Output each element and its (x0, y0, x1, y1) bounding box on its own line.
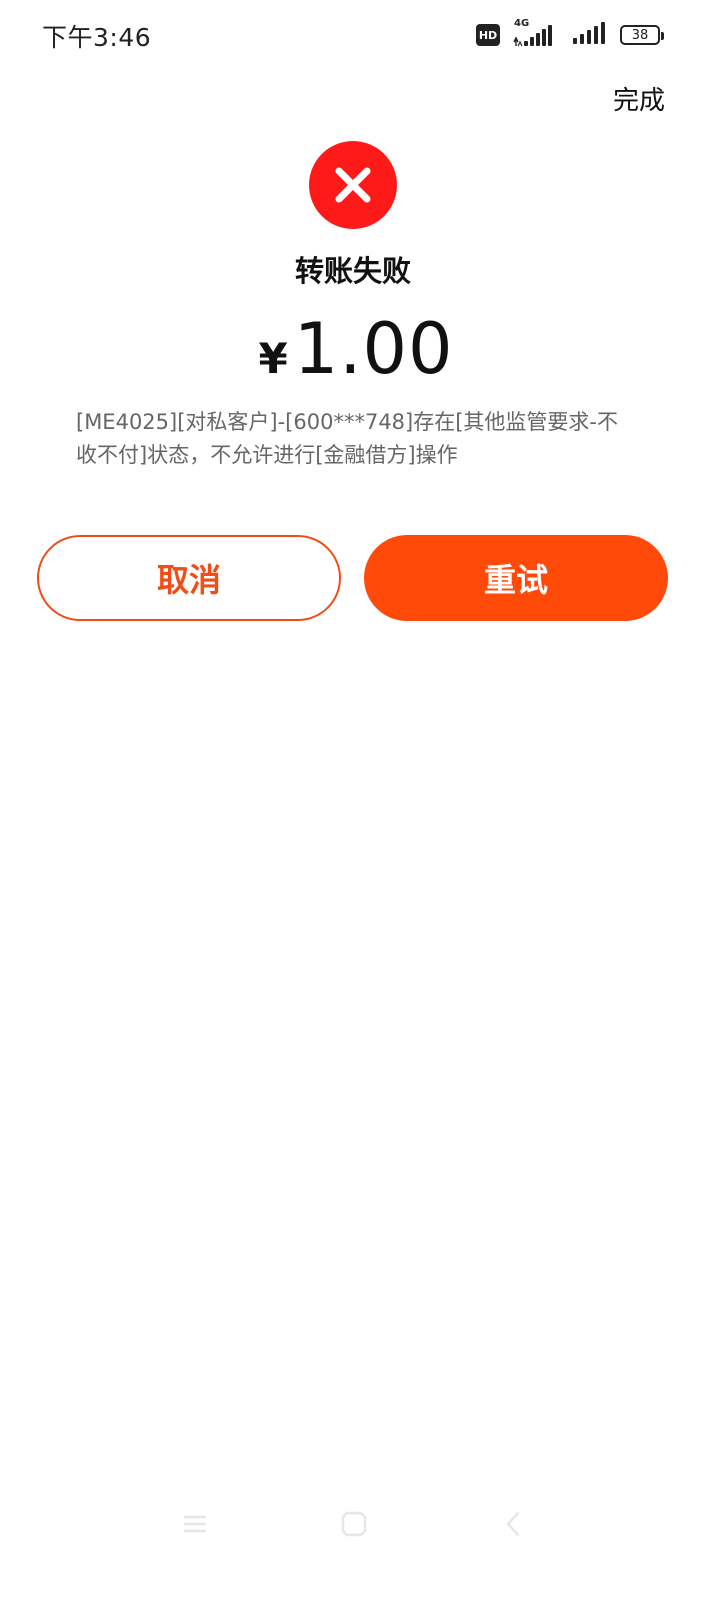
signal-icon (572, 21, 608, 49)
battery-level: 38 (631, 27, 649, 43)
status-time: 下午3:46 (42, 23, 152, 52)
close-icon (309, 141, 397, 229)
back-icon[interactable] (500, 1510, 528, 1538)
hd-icon: HD (476, 24, 500, 46)
amount-value: 1.00 (293, 308, 454, 390)
status-icons: HD 4G 38 (476, 18, 664, 50)
home-icon[interactable] (340, 1510, 368, 1538)
done-button[interactable]: 完成 (613, 80, 665, 117)
amount-display: ¥1.00 (0, 308, 712, 390)
menu-icon[interactable] (181, 1510, 209, 1538)
error-message: [ME4025][对私客户]-[600***748]存在[其他监管要求-不收不付… (76, 410, 618, 467)
status-bar: 下午3:46 HD 4G 38 (0, 0, 720, 70)
navigation-bar (0, 1500, 720, 1546)
result-title: 转账失败 (294, 254, 411, 288)
battery-icon: 38 (620, 25, 664, 45)
signal-icon: 4G (512, 18, 560, 50)
retry-button[interactable]: 重试 (364, 535, 668, 621)
cancel-button[interactable]: 取消 (37, 535, 341, 621)
currency-symbol: ¥ (258, 334, 288, 383)
